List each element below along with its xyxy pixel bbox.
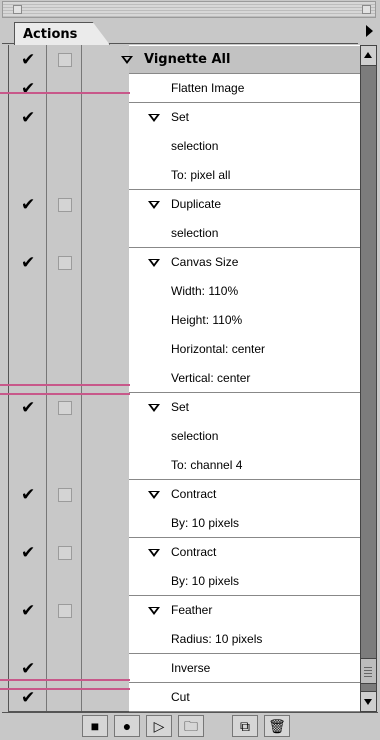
callout-line bbox=[0, 688, 130, 690]
record-icon: ● bbox=[122, 718, 132, 734]
action-parameter: By: 10 pixels bbox=[171, 574, 240, 588]
action-parameter: By: 10 pixels bbox=[171, 516, 240, 530]
action-label: Set bbox=[171, 400, 190, 414]
play-icon: ▷ bbox=[153, 718, 165, 734]
action-row-content[interactable] bbox=[129, 538, 361, 596]
action-parameter: Vertical: center bbox=[171, 371, 251, 385]
stop-button[interactable]: ■ bbox=[82, 715, 108, 737]
actions-panel: Actions ✔ Vignette All ✔ Flatten Image ✔ Set s… bbox=[0, 0, 380, 740]
callout-line bbox=[0, 393, 130, 395]
checkmark-icon[interactable]: ✔ bbox=[21, 52, 35, 69]
expand-triangle-icon[interactable] bbox=[121, 56, 133, 64]
scroll-down-arrow-icon[interactable] bbox=[361, 691, 376, 711]
action-label: Flatten Image bbox=[171, 81, 245, 95]
action-parameter: selection bbox=[171, 226, 219, 240]
action-parameter: Width: 110% bbox=[171, 284, 239, 298]
action-row-content[interactable] bbox=[129, 480, 361, 538]
action-row-content[interactable] bbox=[129, 683, 361, 712]
play-button[interactable]: ▷ bbox=[146, 715, 172, 737]
checkmark-icon[interactable]: ✔ bbox=[21, 545, 35, 562]
tab-strip: Actions bbox=[2, 20, 358, 45]
dialog-toggle-box[interactable] bbox=[58, 198, 72, 212]
checkmark-icon[interactable]: ✔ bbox=[21, 110, 35, 127]
palette-title-bar[interactable] bbox=[2, 1, 376, 18]
action-parameter: Height: 110% bbox=[171, 313, 243, 327]
action-label: Inverse bbox=[171, 661, 211, 675]
action-label: Contract bbox=[171, 487, 217, 501]
checkmark-icon[interactable]: ✔ bbox=[21, 197, 35, 214]
tab-actions[interactable]: Actions bbox=[14, 22, 110, 45]
action-parameter: To: pixel all bbox=[171, 168, 231, 182]
action-parameter: Radius: 10 pixels bbox=[171, 632, 263, 646]
dialog-toggle-box[interactable] bbox=[58, 256, 72, 270]
action-row[interactable]: ✔ Canvas Size Width: 110% Height: 110% Horiz… bbox=[9, 248, 361, 393]
action-parameter: To: channel 4 bbox=[171, 458, 243, 472]
scroll-thumb[interactable] bbox=[361, 658, 376, 684]
action-label: Canvas Size bbox=[171, 255, 239, 269]
expand-triangle-icon[interactable] bbox=[148, 607, 160, 615]
action-label: Contract bbox=[171, 545, 217, 559]
action-parameter: selection bbox=[171, 139, 219, 153]
expand-triangle-icon[interactable] bbox=[148, 491, 160, 499]
action-label: Duplicate bbox=[171, 197, 222, 211]
checkmark-icon[interactable]: ✔ bbox=[21, 400, 35, 417]
action-row[interactable]: ✔ Set selection To: channel 4 bbox=[9, 393, 361, 480]
dialog-toggle-box[interactable] bbox=[58, 401, 72, 415]
scroll-up-arrow-icon[interactable] bbox=[361, 46, 376, 66]
action-row-content[interactable] bbox=[129, 103, 361, 190]
new-set-button[interactable]: 🗀 bbox=[178, 715, 204, 737]
delete-button[interactable]: 🗑 bbox=[264, 715, 290, 737]
dialog-toggle-box[interactable] bbox=[58, 488, 72, 502]
dialog-toggle-box[interactable] bbox=[58, 53, 72, 67]
action-row[interactable]: ✔ Contract By: 10 pixels bbox=[9, 480, 361, 538]
tab-actions-label: Actions bbox=[23, 27, 78, 42]
checkmark-icon[interactable]: ✔ bbox=[21, 661, 35, 678]
expand-triangle-icon[interactable] bbox=[148, 549, 160, 557]
actions-toolbar: ■ ● ▷ 🗀 ⧉ 🗑 bbox=[2, 712, 378, 738]
stop-icon: ■ bbox=[90, 718, 100, 734]
action-row-content[interactable] bbox=[129, 654, 361, 683]
checkmark-icon[interactable]: ✔ bbox=[21, 603, 35, 620]
actions-list: ✔ Vignette All ✔ Flatten Image ✔ Set selection… bbox=[8, 45, 361, 712]
action-label: Vignette All bbox=[144, 52, 231, 67]
action-row[interactable]: ✔ Duplicate selection bbox=[9, 190, 361, 248]
action-row[interactable]: ✔ Feather Radius: 10 pixels bbox=[9, 596, 361, 654]
action-parameter: selection bbox=[171, 429, 219, 443]
callout-line bbox=[0, 384, 130, 386]
expand-triangle-icon[interactable] bbox=[148, 114, 160, 122]
palette-menu-arrow-icon[interactable] bbox=[366, 25, 373, 37]
action-row-content[interactable] bbox=[129, 190, 361, 248]
expand-triangle-icon[interactable] bbox=[148, 259, 160, 267]
new-action-button[interactable]: ⧉ bbox=[232, 715, 258, 737]
trash-icon: 🗑 bbox=[268, 718, 286, 734]
dialog-toggle-box[interactable] bbox=[58, 604, 72, 618]
action-row[interactable]: ✔ Flatten Image bbox=[9, 74, 361, 103]
action-row[interactable]: ✔ Contract By: 10 pixels bbox=[9, 538, 361, 596]
new-action-icon: ⧉ bbox=[240, 718, 250, 734]
close-box-icon[interactable] bbox=[13, 5, 22, 14]
collapse-box-icon[interactable] bbox=[362, 5, 371, 14]
record-button[interactable]: ● bbox=[114, 715, 140, 737]
action-set-row[interactable]: ✔ Vignette All bbox=[9, 45, 361, 74]
callout-line bbox=[0, 679, 130, 681]
vertical-scrollbar[interactable] bbox=[360, 45, 377, 712]
dialog-toggle-box[interactable] bbox=[58, 546, 72, 560]
expand-triangle-icon[interactable] bbox=[148, 404, 160, 412]
folder-icon: 🗀 bbox=[184, 718, 198, 734]
action-parameter: Horizontal: center bbox=[171, 342, 266, 356]
checkmark-icon[interactable]: ✔ bbox=[21, 487, 35, 504]
action-row-content[interactable] bbox=[129, 393, 361, 480]
checkmark-icon[interactable]: ✔ bbox=[21, 255, 35, 272]
expand-triangle-icon[interactable] bbox=[148, 201, 160, 209]
action-label: Cut bbox=[171, 690, 190, 704]
action-row-content[interactable] bbox=[129, 74, 361, 103]
action-label: Set bbox=[171, 110, 190, 124]
action-row[interactable]: ✔ Set selection To: pixel all bbox=[9, 103, 361, 190]
checkmark-icon[interactable]: ✔ bbox=[21, 690, 35, 707]
callout-line bbox=[0, 92, 130, 94]
action-label: Feather bbox=[171, 603, 213, 617]
